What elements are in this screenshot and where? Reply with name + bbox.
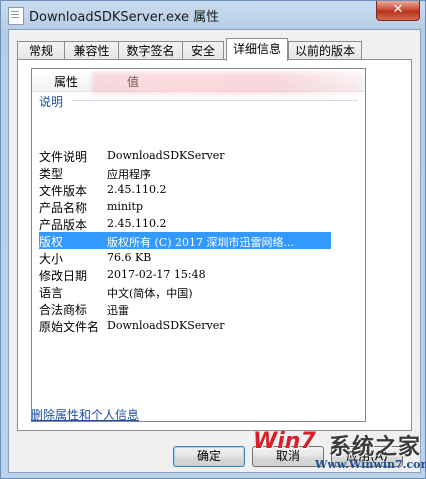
column-header-property[interactable]: 属性: [54, 73, 78, 90]
list-item[interactable]: 类型 应用程序: [39, 164, 331, 181]
list-item[interactable]: 修改日期 2017-02-17 15:48: [39, 266, 331, 283]
property-value: 中文(简体，中国): [107, 287, 193, 300]
property-value: 版权所有 (C) 2017 深圳市迅雷网络...: [107, 236, 294, 249]
properties-window: DownloadSDKServer.exe 属性 ✕ 常规 兼容性 数字签名 安…: [0, 0, 426, 479]
list-item[interactable]: 合法商标 迅雷: [39, 300, 331, 317]
list-item[interactable]: 文件版本 2.45.110.2: [39, 181, 331, 198]
property-value: 2.45.110.2: [107, 217, 167, 230]
property-value: 2017-02-17 15:48: [107, 268, 206, 281]
property-name: 版权: [39, 235, 64, 249]
list-item[interactable]: 产品版本 2.45.110.2: [39, 215, 331, 232]
list-item[interactable]: 文件说明 DownloadSDKServer: [39, 147, 331, 164]
tab-digital-signatures[interactable]: 数字签名: [118, 41, 183, 60]
window-title: DownloadSDKServer.exe 属性: [29, 10, 220, 25]
watermark-text: 系统之家: [329, 435, 422, 460]
property-name: 文件版本: [39, 184, 88, 198]
property-value: 迅雷: [107, 304, 129, 317]
property-value: 应用程序: [107, 168, 151, 181]
property-name: 合法商标: [39, 303, 88, 317]
group-divider: [72, 100, 358, 101]
property-value: 2.45.110.2: [107, 183, 167, 196]
property-name: 大小: [39, 252, 64, 266]
tab-previous-versions[interactable]: 以前的版本: [288, 41, 362, 60]
watermark-url: Www.Winwin7.com: [315, 458, 426, 471]
remove-properties-link[interactable]: 删除属性和个人信息: [31, 406, 139, 423]
property-name: 类型: [39, 167, 64, 181]
property-name: 原始文件名: [39, 320, 100, 334]
property-name: 文件说明: [39, 150, 88, 164]
dialog-client: 常规 兼容性 数字签名 安全 详细信息 以前的版本 属性 值 说明 文件说明 D…: [8, 29, 421, 473]
list-item[interactable]: 大小 76.6 KB: [39, 249, 331, 266]
title-bar[interactable]: DownloadSDKServer.exe 属性 ✕: [1, 1, 425, 29]
list-item[interactable]: 语言 中文(简体，中国): [39, 283, 331, 300]
property-value: 76.6 KB: [107, 251, 152, 264]
tab-security[interactable]: 安全: [182, 41, 224, 60]
list-item-selected[interactable]: 版权 版权所有 (C) 2017 深圳市迅雷网络...: [39, 232, 331, 249]
file-icon: [8, 7, 24, 25]
site-watermark: Win7 系统之家 Www.Winwin7.com: [245, 425, 426, 479]
list-item[interactable]: 产品名称 minitp: [39, 198, 331, 215]
group-label-description: 说明: [39, 95, 64, 109]
tab-general[interactable]: 常规: [17, 41, 65, 60]
property-name: 语言: [39, 286, 64, 300]
property-value: DownloadSDKServer: [107, 149, 225, 162]
watermark-logo: Win7: [253, 429, 316, 454]
ok-button[interactable]: 确定: [173, 446, 245, 467]
redaction-blur: [92, 72, 362, 94]
property-name: 修改日期: [39, 269, 88, 283]
details-panel: 属性 值 说明 文件说明 DownloadSDKServer 类型 应用程序 文…: [17, 59, 412, 431]
property-value: DownloadSDKServer: [107, 319, 225, 332]
tab-compatibility[interactable]: 兼容性: [64, 41, 119, 60]
property-value: minitp: [107, 200, 144, 213]
tab-details[interactable]: 详细信息: [226, 38, 288, 61]
close-button[interactable]: ✕: [376, 1, 420, 21]
details-list[interactable]: 属性 值 说明 文件说明 DownloadSDKServer 类型 应用程序 文…: [31, 68, 366, 422]
list-item[interactable]: 原始文件名 DownloadSDKServer: [39, 317, 331, 334]
property-name: 产品名称: [39, 201, 88, 215]
property-name: 产品版本: [39, 218, 88, 232]
